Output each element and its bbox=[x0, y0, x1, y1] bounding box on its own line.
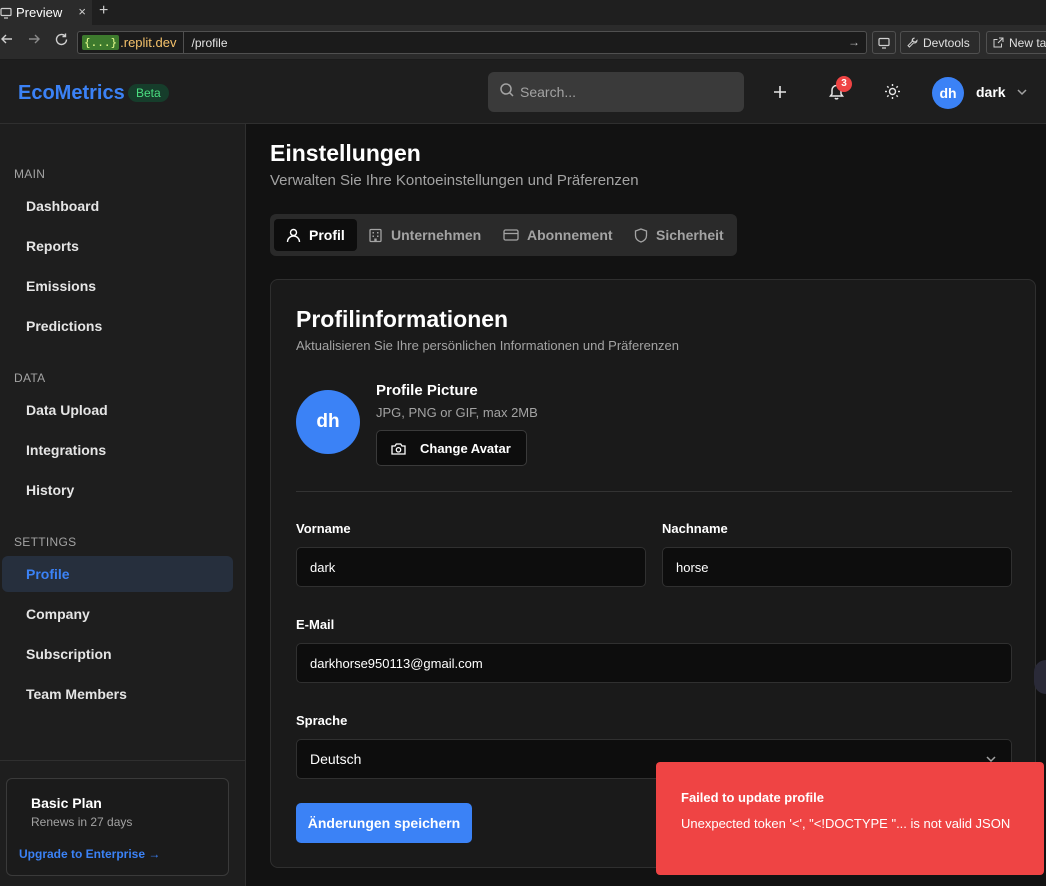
tab-abonnement-label: Abonnement bbox=[527, 227, 613, 243]
tab-sicherheit-label: Sicherheit bbox=[656, 227, 724, 243]
camera-icon bbox=[391, 442, 406, 455]
browser-nav-bar: {...} .replit.dev /profile → Devtools Ne… bbox=[0, 25, 1046, 60]
monitor-icon bbox=[0, 7, 12, 19]
last-name-label: Nachname bbox=[662, 521, 728, 536]
sidebar-item-predictions[interactable]: Predictions bbox=[2, 308, 233, 344]
language-label: Sprache bbox=[296, 713, 348, 728]
page-subtitle: Verwalten Sie Ihre Kontoeinstellungen un… bbox=[270, 172, 639, 189]
tab-unternehmen-label: Unternehmen bbox=[391, 227, 482, 243]
reload-icon[interactable] bbox=[54, 32, 69, 47]
sidebar-item-profile[interactable]: Profile bbox=[2, 556, 233, 592]
tab-sicherheit[interactable]: Sicherheit bbox=[622, 219, 736, 251]
username-label[interactable]: dark bbox=[976, 84, 1006, 100]
new-tab-button[interactable]: + bbox=[99, 2, 108, 20]
change-avatar-label: Change Avatar bbox=[420, 440, 511, 456]
screen-icon bbox=[878, 37, 890, 49]
plan-renewal: Renews in 27 days bbox=[31, 815, 133, 829]
settings-tabs: Profil Unternehmen Abonnement Sicherheit bbox=[270, 214, 737, 256]
sidebar-item-subscription[interactable]: Subscription bbox=[2, 636, 233, 672]
profile-picture-title: Profile Picture bbox=[376, 382, 478, 399]
url-host-badge: {...} bbox=[82, 35, 120, 50]
open-new-tab-label: New ta bbox=[1009, 35, 1046, 50]
last-name-field[interactable] bbox=[662, 547, 1012, 587]
app-logo[interactable]: EcoMetrics bbox=[18, 82, 125, 105]
floating-edge-button[interactable] bbox=[1034, 660, 1046, 694]
sidebar-section-data: DATA bbox=[14, 371, 46, 385]
app-header: EcoMetrics Beta 3 dh dark bbox=[0, 60, 1046, 124]
notification-count-badge: 3 bbox=[836, 76, 852, 92]
sidebar-item-integrations[interactable]: Integrations bbox=[2, 432, 233, 468]
plus-icon[interactable] bbox=[772, 84, 788, 100]
plan-name: Basic Plan bbox=[31, 795, 102, 811]
email-label: E-Mail bbox=[296, 617, 335, 632]
sidebar-item-emissions[interactable]: Emissions bbox=[2, 268, 233, 304]
first-name-label: Vorname bbox=[296, 521, 351, 536]
user-avatar[interactable]: dh bbox=[932, 77, 964, 109]
wrench-icon bbox=[907, 37, 918, 48]
browser-tab-preview[interactable]: Preview × bbox=[0, 0, 92, 25]
tab-profil-label: Profil bbox=[309, 227, 345, 243]
sun-icon[interactable] bbox=[884, 83, 901, 100]
sidebar: MAIN Dashboard Reports Emissions Predict… bbox=[0, 124, 246, 886]
tab-unternehmen[interactable]: Unternehmen bbox=[356, 219, 493, 251]
browser-tab-title: Preview bbox=[16, 5, 63, 20]
url-go-arrow-icon[interactable]: → bbox=[848, 35, 860, 49]
sidebar-section-settings: SETTINGS bbox=[14, 535, 77, 549]
sidebar-item-team-members[interactable]: Team Members bbox=[2, 676, 233, 712]
sidebar-item-dashboard[interactable]: Dashboard bbox=[2, 188, 233, 224]
user-icon bbox=[286, 228, 301, 243]
profile-picture-hint: JPG, PNG or GIF, max 2MB bbox=[376, 405, 538, 420]
language-select-value: Deutsch bbox=[310, 751, 362, 767]
sidebar-divider bbox=[0, 760, 245, 761]
sidebar-item-reports[interactable]: Reports bbox=[2, 228, 233, 264]
email-field[interactable] bbox=[296, 643, 1012, 683]
address-bar[interactable]: {...} .replit.dev /profile → bbox=[77, 31, 867, 54]
building-icon bbox=[368, 228, 383, 243]
devtools-button[interactable]: Devtools bbox=[900, 31, 980, 54]
card-subtitle: Aktualisieren Sie Ihre persönlichen Info… bbox=[296, 338, 680, 353]
sidebar-item-company[interactable]: Company bbox=[2, 596, 233, 632]
plan-card: Basic Plan Renews in 27 days Upgrade to … bbox=[6, 778, 229, 876]
forward-arrow-icon[interactable] bbox=[27, 32, 41, 46]
devtools-label: Devtools bbox=[923, 35, 970, 50]
shield-icon bbox=[634, 227, 648, 243]
search-icon bbox=[499, 82, 515, 98]
tab-abonnement[interactable]: Abonnement bbox=[491, 219, 625, 251]
card-divider bbox=[296, 491, 1012, 492]
chevron-down-icon[interactable] bbox=[1016, 86, 1028, 98]
first-name-field[interactable] bbox=[296, 547, 646, 587]
search-box[interactable] bbox=[488, 72, 744, 112]
profile-avatar: dh bbox=[296, 390, 360, 454]
credit-card-icon bbox=[503, 228, 519, 242]
tab-profil[interactable]: Profil bbox=[274, 219, 357, 251]
external-link-icon bbox=[993, 37, 1004, 48]
sidebar-item-history[interactable]: History bbox=[2, 472, 233, 508]
change-avatar-button[interactable]: Change Avatar bbox=[376, 430, 527, 466]
open-new-tab-button[interactable]: New ta bbox=[986, 31, 1046, 54]
search-input[interactable] bbox=[520, 72, 730, 112]
url-host-text: .replit.dev bbox=[120, 35, 177, 50]
toast-message: Unexpected token '<', "<!DOCTYPE "... is… bbox=[681, 816, 1011, 831]
upgrade-link[interactable]: Upgrade to Enterprise → bbox=[19, 847, 160, 861]
card-title: Profilinformationen bbox=[296, 306, 509, 332]
browser-tab-bar: Preview × + bbox=[0, 0, 1046, 25]
page-title: Einstellungen bbox=[270, 140, 421, 166]
sidebar-section-main: MAIN bbox=[14, 167, 46, 181]
error-toast[interactable]: Failed to update profile Unexpected toke… bbox=[656, 762, 1044, 875]
url-host: {...} .replit.dev bbox=[78, 32, 184, 53]
toast-title: Failed to update profile bbox=[681, 790, 825, 805]
sidebar-item-data-upload[interactable]: Data Upload bbox=[2, 392, 233, 428]
url-path: /profile bbox=[191, 35, 228, 50]
back-arrow-icon[interactable] bbox=[0, 32, 14, 46]
tab-close-icon[interactable]: × bbox=[78, 4, 86, 19]
beta-badge: Beta bbox=[128, 84, 169, 102]
save-button[interactable]: Änderungen speichern bbox=[296, 803, 472, 843]
screen-button[interactable] bbox=[872, 31, 896, 54]
